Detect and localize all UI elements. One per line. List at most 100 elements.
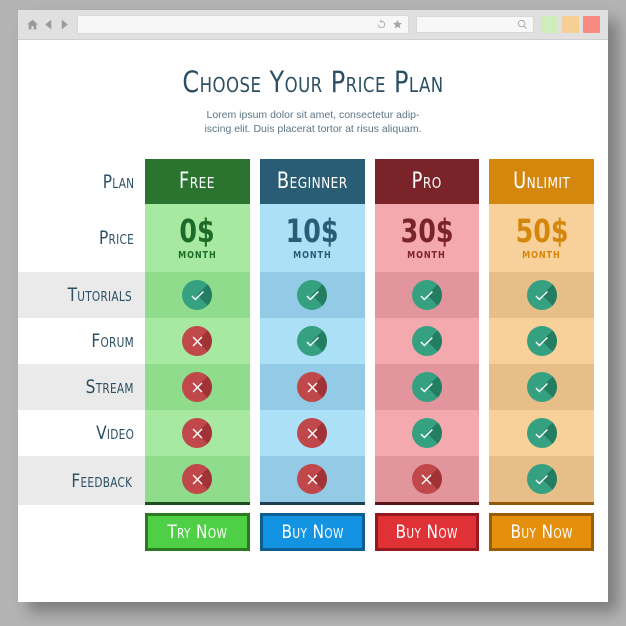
- cta-column-beginner: Buy Now: [259, 513, 365, 551]
- minimize-button[interactable]: [541, 16, 558, 33]
- feature-cell: [489, 410, 594, 456]
- forward-icon[interactable]: [58, 18, 71, 31]
- feature-cell: [259, 456, 365, 502]
- cta-column-pro: Buy Now: [374, 513, 480, 551]
- feature-column-free: [145, 364, 250, 410]
- price-column-unlimit: 50$ MONTH: [489, 204, 594, 272]
- row-cells: [145, 318, 608, 364]
- feature-column-pro: [374, 410, 480, 456]
- feature-column-pro: [374, 272, 480, 318]
- cta-button-unlimit[interactable]: Buy Now: [489, 513, 594, 551]
- check-icon: [411, 372, 442, 402]
- plan-name: Beginner: [276, 169, 348, 194]
- check-icon: [526, 372, 557, 402]
- feature-cell: [489, 318, 594, 364]
- cross-icon: [297, 418, 328, 448]
- feature-cell: [489, 272, 594, 318]
- back-icon[interactable]: [42, 18, 55, 31]
- pricing-table: Plan Free Beginner Pro Unlimit Price 0$ MONTH 10…: [18, 159, 608, 551]
- row-label-text: Tutorials: [68, 284, 133, 306]
- feature-cell: [374, 410, 480, 456]
- feature-cell: [145, 456, 250, 502]
- home-icon[interactable]: [26, 18, 39, 31]
- feature-column-free: [145, 272, 250, 318]
- feature-cell: [259, 364, 365, 410]
- price-cell: 0$ MONTH: [145, 204, 250, 272]
- window-buttons: [541, 16, 600, 33]
- row-label-text: Feedback: [71, 469, 133, 492]
- plan-header: Free: [145, 159, 250, 204]
- cross-icon: [182, 464, 213, 494]
- maximize-button[interactable]: [562, 16, 579, 33]
- row-label-tutorials: Tutorials: [18, 272, 145, 318]
- table-row-stream: Stream: [18, 364, 608, 410]
- subtitle-line-2: iscing elit. Duis placerat tortor at ris…: [204, 123, 422, 136]
- browser-window: Choose Your Price Plan Lorem ipsum dolor…: [18, 10, 608, 602]
- check-icon: [297, 280, 328, 310]
- navigation-icons: [26, 18, 71, 31]
- cta-button-beginner[interactable]: Buy Now: [259, 513, 365, 551]
- row-cells: Free Beginner Pro Unlimit: [145, 159, 608, 204]
- check-icon: [182, 280, 213, 310]
- feature-column-unlimit: [489, 364, 594, 410]
- row-label-text: Price: [99, 227, 135, 249]
- cta-button-free[interactable]: Try Now: [145, 513, 250, 551]
- row-label-forum: Forum: [18, 318, 145, 364]
- price-period: MONTH: [407, 250, 447, 261]
- row-cells: [145, 364, 608, 410]
- feature-column-beginner: [259, 410, 365, 456]
- row-label-text: Forum: [91, 330, 134, 352]
- close-button[interactable]: [583, 16, 600, 33]
- price-cell: 10$ MONTH: [259, 204, 365, 272]
- cta-button-pro[interactable]: Buy Now: [374, 513, 480, 551]
- feature-column-pro: [374, 318, 480, 364]
- price-amount: 50$: [515, 212, 569, 250]
- cta-buttons: Try Now Buy Now Buy Now Buy Now: [145, 513, 608, 551]
- row-cells: [145, 272, 608, 318]
- feature-cell: [259, 318, 365, 364]
- feature-cell: [374, 272, 480, 318]
- feature-column-pro: [374, 364, 480, 410]
- price-column-pro: 30$ MONTH: [374, 204, 480, 272]
- row-label-feedback: Feedback: [18, 456, 145, 505]
- feature-column-unlimit: [489, 456, 594, 505]
- cta-button-label: Buy Now: [510, 521, 573, 543]
- url-bar[interactable]: [77, 15, 409, 34]
- plan-column-beginner: Beginner: [259, 159, 365, 204]
- feature-column-beginner: [259, 318, 365, 364]
- feature-cell: [145, 364, 250, 410]
- subtitle-line-1: Lorem ipsum dolor sit amet, consectetur …: [206, 109, 420, 121]
- row-cells: [145, 410, 608, 456]
- feature-column-beginner: [259, 364, 365, 410]
- check-icon: [411, 326, 442, 356]
- table-row-tutorials: Tutorials: [18, 272, 608, 318]
- feature-cell: [374, 456, 480, 502]
- feature-column-unlimit: [489, 410, 594, 456]
- check-icon: [297, 326, 328, 356]
- reload-icon[interactable]: [376, 19, 387, 30]
- column-footer-bar: [489, 502, 594, 505]
- price-cell: 50$ MONTH: [489, 204, 594, 272]
- feature-cell: [259, 410, 365, 456]
- plan-name: Free: [179, 169, 216, 194]
- cta-row-spacer: [18, 513, 145, 551]
- row-label-stream: Stream: [18, 364, 145, 410]
- search-bar[interactable]: [416, 16, 534, 33]
- price-amount: 0$: [179, 212, 216, 250]
- row-label-video: Video: [18, 410, 145, 456]
- bookmark-star-icon[interactable]: [392, 19, 403, 30]
- feature-column-pro: [374, 456, 480, 505]
- check-icon: [411, 418, 442, 448]
- feature-cell: [374, 318, 480, 364]
- table-row-video: Video: [18, 410, 608, 456]
- price-period: MONTH: [522, 250, 561, 261]
- price-amount: 30$: [400, 212, 454, 250]
- cta-button-label: Buy Now: [280, 521, 344, 543]
- page-subtitle: Lorem ipsum dolor sit amet, consectetur …: [18, 108, 608, 136]
- search-icon[interactable]: [517, 19, 528, 30]
- feature-cell: [374, 364, 480, 410]
- feature-cell: [259, 272, 365, 318]
- column-footer-bar: [374, 502, 480, 505]
- feature-cell: [145, 410, 250, 456]
- feature-cell: [145, 272, 250, 318]
